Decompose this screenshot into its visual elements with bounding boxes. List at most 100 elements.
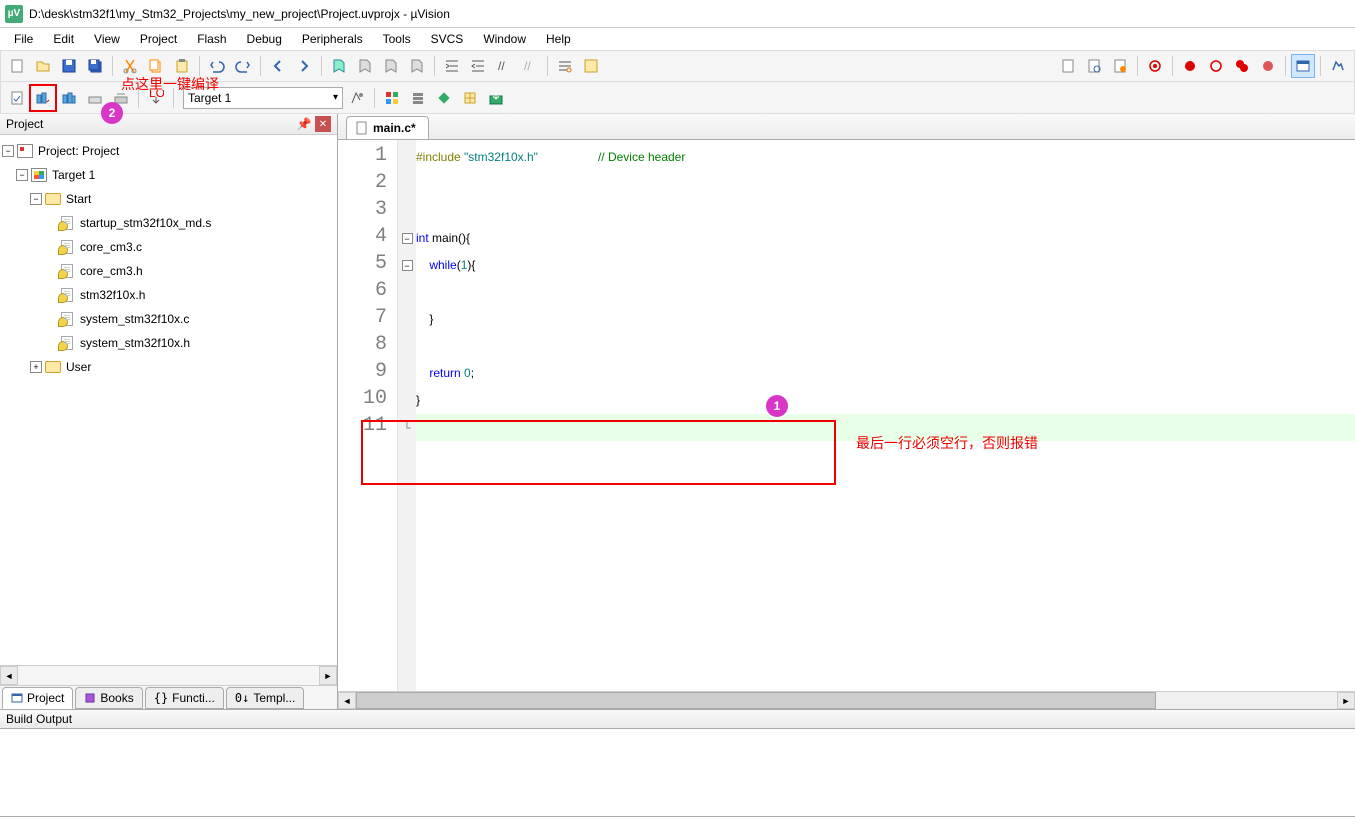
scroll-left-icon[interactable]: ◄ xyxy=(0,666,18,685)
panel-tab-templ[interactable]: 0↓Templ... xyxy=(226,687,304,709)
code-area[interactable]: 1 最后一行必须空行，否则报错 #include "stm32f10x.h" /… xyxy=(416,140,1355,691)
tree-toggle-icon[interactable]: + xyxy=(30,361,42,373)
tree-file[interactable]: core_cm3.h xyxy=(2,259,335,283)
project-panel: Project 📌 ✕ −Project: Project−Target 1−S… xyxy=(0,114,338,709)
menu-tools[interactable]: Tools xyxy=(373,30,421,48)
indent-icon[interactable] xyxy=(440,54,464,78)
bookmark-next-icon[interactable] xyxy=(379,54,403,78)
pack-installer-icon[interactable] xyxy=(484,86,508,110)
debug-start-icon[interactable] xyxy=(1143,54,1167,78)
title-bar: µV D:\desk\stm32f1\my_Stm32_Projects\my_… xyxy=(0,0,1355,28)
comment-icon[interactable]: // xyxy=(492,54,516,78)
outdent-icon[interactable] xyxy=(466,54,490,78)
tree-group-start[interactable]: −Start xyxy=(2,187,335,211)
build-icon[interactable] xyxy=(31,86,55,110)
bookmark-icon[interactable] xyxy=(327,54,351,78)
tree-target[interactable]: −Target 1 xyxy=(2,163,335,187)
nav-back-icon[interactable] xyxy=(266,54,290,78)
manage-components-icon[interactable] xyxy=(432,86,456,110)
tree-group-user[interactable]: +User xyxy=(2,355,335,379)
menu-bar: FileEditViewProjectFlashDebugPeripherals… xyxy=(0,28,1355,50)
menu-project[interactable]: Project xyxy=(130,30,187,48)
code-editor[interactable]: 1234567891011 −−└ 1 最后一行必须空行，否则报错 #inclu… xyxy=(338,140,1355,691)
fold-column[interactable]: −−└ xyxy=(398,140,416,691)
tree-toggle-icon[interactable]: − xyxy=(30,193,42,205)
tree-toggle-icon[interactable]: − xyxy=(16,169,28,181)
bookmark-clear-icon[interactable] xyxy=(405,54,429,78)
code-line[interactable]: } xyxy=(416,387,1355,414)
tree-project-root[interactable]: −Project: Project xyxy=(2,139,335,163)
menu-peripherals[interactable]: Peripherals xyxy=(292,30,373,48)
panel-tab-functi[interactable]: {}Functi... xyxy=(145,687,224,709)
window-layout-icon[interactable] xyxy=(1291,54,1315,78)
configure-icon[interactable] xyxy=(1326,54,1350,78)
annotation-empty-line-label: 最后一行必须空行，否则报错 xyxy=(856,430,1038,457)
editor-hscroll[interactable]: ◄ ► xyxy=(338,691,1355,709)
code-line[interactable] xyxy=(416,333,1355,360)
select-packs-icon[interactable] xyxy=(458,86,482,110)
pin-icon[interactable]: 📌 xyxy=(297,117,311,131)
tree-file[interactable]: system_stm32f10x.c xyxy=(2,307,335,331)
tree-file[interactable]: core_cm3.c xyxy=(2,235,335,259)
breakpoint-insert-icon[interactable] xyxy=(1178,54,1202,78)
translate-icon[interactable] xyxy=(5,86,29,110)
breakpoint-disable-icon[interactable] xyxy=(1230,54,1254,78)
project-hscroll[interactable]: ◄ ► xyxy=(0,665,337,685)
menu-file[interactable]: File xyxy=(4,30,43,48)
save-all-icon[interactable] xyxy=(83,54,107,78)
tree-file[interactable]: system_stm32f10x.h xyxy=(2,331,335,355)
breakpoint-kill-icon[interactable] xyxy=(1256,54,1280,78)
scroll-right-icon[interactable]: ► xyxy=(1337,692,1355,709)
project-tree[interactable]: −Project: Project−Target 1−Startstartup_… xyxy=(0,135,337,665)
annotation-badge-2: 2 xyxy=(101,102,123,124)
doc-search-icon[interactable] xyxy=(1082,54,1106,78)
menu-view[interactable]: View xyxy=(84,30,130,48)
new-file-icon[interactable] xyxy=(5,54,29,78)
code-line[interactable]: } xyxy=(416,306,1355,333)
code-line[interactable]: while(1){ xyxy=(416,252,1355,279)
bookmark-prev-icon[interactable] xyxy=(353,54,377,78)
doc-config-icon[interactable] xyxy=(1056,54,1080,78)
close-icon[interactable]: ✕ xyxy=(315,116,331,132)
find-in-files-icon[interactable] xyxy=(579,54,603,78)
file-ext-icon[interactable] xyxy=(380,86,404,110)
code-line[interactable]: return 0; xyxy=(416,360,1355,387)
code-line[interactable] xyxy=(416,279,1355,306)
panel-tab-books[interactable]: Books xyxy=(75,687,142,709)
menu-svcs[interactable]: SVCS xyxy=(421,30,474,48)
editor-tab-main[interactable]: main.c* xyxy=(346,116,429,139)
open-folder-icon[interactable] xyxy=(31,54,55,78)
svg-text://: // xyxy=(498,59,505,73)
code-line[interactable] xyxy=(416,171,1355,198)
menu-edit[interactable]: Edit xyxy=(43,30,84,48)
uncomment-icon[interactable]: // xyxy=(518,54,542,78)
build-output-area[interactable] xyxy=(0,729,1355,817)
find-icon[interactable] xyxy=(553,54,577,78)
nav-forward-icon[interactable] xyxy=(292,54,316,78)
code-line[interactable]: int main(){ xyxy=(416,225,1355,252)
file-icon xyxy=(355,121,369,135)
menu-window[interactable]: Window xyxy=(473,30,536,48)
manage-books-icon[interactable] xyxy=(406,86,430,110)
tree-file[interactable]: startup_stm32f10x_md.s xyxy=(2,211,335,235)
editor-tab-label: main.c* xyxy=(373,121,416,135)
redo-icon[interactable] xyxy=(231,54,255,78)
menu-debug[interactable]: Debug xyxy=(237,30,292,48)
menu-help[interactable]: Help xyxy=(536,30,581,48)
code-line[interactable]: #include "stm32f10x.h" // Device header xyxy=(416,144,1355,171)
tab-icon: {} xyxy=(154,691,168,705)
annotation-build-label: 点这里一键编译 xyxy=(121,74,219,94)
panel-tab-project[interactable]: Project xyxy=(2,687,73,709)
menu-flash[interactable]: Flash xyxy=(187,30,236,48)
target-options-icon[interactable] xyxy=(345,86,369,110)
doc-tool-icon[interactable] xyxy=(1108,54,1132,78)
scroll-right-icon[interactable]: ► xyxy=(319,666,337,685)
save-icon[interactable] xyxy=(57,54,81,78)
rebuild-icon[interactable] xyxy=(57,86,81,110)
tree-toggle-icon[interactable]: − xyxy=(2,145,14,157)
project-panel-header: Project 📌 ✕ xyxy=(0,114,337,135)
code-line[interactable] xyxy=(416,198,1355,225)
tree-file[interactable]: stm32f10x.h xyxy=(2,283,335,307)
breakpoint-toggle-icon[interactable] xyxy=(1204,54,1228,78)
scroll-left-icon[interactable]: ◄ xyxy=(338,692,356,709)
